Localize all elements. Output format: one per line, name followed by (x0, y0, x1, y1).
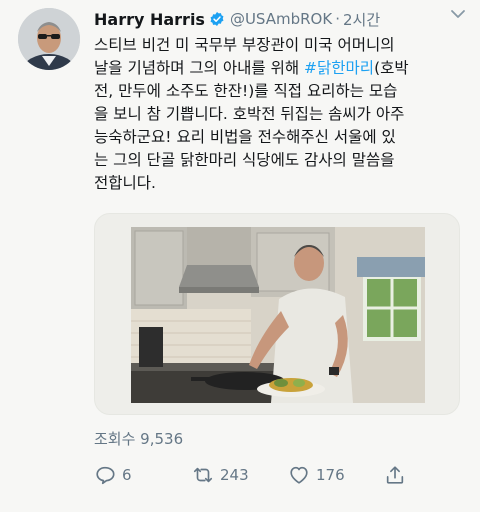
share-button[interactable] (384, 462, 406, 488)
reply-button[interactable]: 6 (94, 462, 132, 488)
share-icon (386, 466, 404, 484)
text-segment: 전합니다. (94, 174, 156, 192)
verified-badge-icon (210, 12, 224, 26)
text-segment: 는 그의 단골 닭한마리 식당에도 감사의 말씀을 (94, 151, 395, 169)
tweet-text-line: 스티브 비건 미 국무부 부장관이 미국 어머니의 (94, 34, 470, 57)
view-count: 조회수 9,536 (94, 430, 184, 448)
reply-count: 6 (122, 466, 132, 484)
text-segment: 날을 기념하며 그의 아내를 위해 (94, 59, 305, 77)
tweet-text-line: 능숙하군요! 요리 비법을 전수해주신 서울에 있 (94, 126, 470, 149)
tweet-text-line: 을 보니 참 기쁩니다. 호박전 뒤집는 솜씨가 아주 (94, 103, 470, 126)
like-button[interactable]: 176 (288, 462, 345, 488)
retweet-button[interactable]: 243 (192, 462, 249, 488)
tweet-text-line: 전, 만두에 소주도 한잔!)를 직접 요리하는 모습 (94, 80, 470, 103)
tweet-text-line: 는 그의 단골 닭한마리 식당에도 감사의 말씀을 (94, 149, 470, 172)
chevron-down-icon[interactable] (450, 8, 466, 20)
heart-icon (290, 466, 308, 484)
text-segment: (호박 (374, 59, 409, 77)
action-bar: 6 243 176 (94, 462, 454, 488)
author-handle[interactable]: @USAmbROK (230, 10, 332, 28)
separator-dot: · (335, 10, 340, 28)
tweet-text-line: 날을 기념하며 그의 아내를 위해 #닭한마리(호박 (94, 57, 470, 80)
hashtag-link[interactable]: #닭한마리 (304, 59, 374, 77)
text-segment: 을 보니 참 기쁩니다. 호박전 뒤집는 솜씨가 아주 (94, 105, 405, 123)
tweet-timestamp[interactable]: 2시간 (343, 9, 380, 30)
media-card[interactable] (94, 213, 460, 415)
text-segment: 능숙하군요! 요리 비법을 전수해주신 서울에 있 (94, 128, 396, 146)
avatar-photo (18, 8, 80, 70)
tweet-header: Harry Harris @USAmbROK · 2시간 (94, 8, 468, 30)
avatar[interactable] (18, 8, 80, 70)
reply-icon (96, 466, 115, 485)
kitchen-video-frame (131, 227, 425, 403)
retweet-icon (193, 467, 213, 483)
text-segment: 전, 만두에 소주도 한잔!)를 직접 요리하는 모습 (94, 82, 398, 100)
video-thumbnail[interactable] (131, 227, 425, 403)
like-count: 176 (316, 466, 345, 484)
tweet-text: 스티브 비건 미 국무부 부장관이 미국 어머니의 날을 기념하며 그의 아내를… (94, 34, 470, 195)
retweet-count: 243 (220, 466, 249, 484)
text-segment: 스티브 비건 미 국무부 부장관이 미국 어머니의 (94, 36, 395, 54)
author-name[interactable]: Harry Harris (94, 10, 205, 29)
tweet-text-line: 전합니다. (94, 172, 470, 195)
